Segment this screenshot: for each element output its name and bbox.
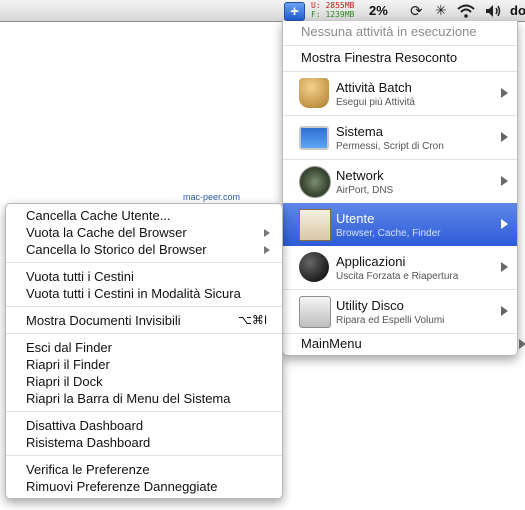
separator (6, 455, 282, 456)
menu-item-subtitle: Browser, Cache, Finder (336, 228, 441, 239)
relaunch-dock-item[interactable]: Riapri il Dock (26, 373, 103, 390)
clear-user-cache-item[interactable]: Cancella Cache Utente... (26, 207, 171, 224)
menu-item-network[interactable]: Network AirPort, DNS (283, 160, 517, 203)
submenu-arrow-icon (501, 88, 508, 98)
menu-item-title: Utente (336, 211, 375, 226)
bomb-icon (299, 252, 329, 282)
menu-item-subtitle: Uscita Forzata e Riapertura (336, 271, 459, 282)
submenu-arrow-icon (501, 306, 508, 316)
menu-item-title: Sistema (336, 124, 383, 139)
status-no-activity: Nessuna attività in esecuzione (301, 24, 477, 39)
reset-dashboard-item[interactable]: Risistema Dashboard (26, 434, 150, 451)
monitor-icon (299, 126, 329, 150)
show-report-item[interactable]: Mostra Finestra Resoconto (283, 47, 525, 69)
separator (6, 411, 282, 412)
menu-item-subtitle: Permessi, Script di Cron (336, 141, 444, 152)
menu-bar: + U: 2855MB F: 1239MB 2% ⟳ ✳ do (0, 0, 525, 22)
house-icon (299, 209, 331, 241)
wifi-icon[interactable] (457, 0, 475, 21)
menu-item-subtitle: Ripara ed Espelli Volumi (336, 315, 445, 326)
menu-item-mainmenu[interactable]: MainMenu (283, 333, 525, 355)
submenu-arrow-icon (264, 246, 270, 254)
remove-corrupt-preferences-item[interactable]: Rimuovi Preferenze Danneggiate (26, 478, 218, 495)
submenu-arrow-icon (501, 219, 508, 229)
show-invisible-files-item[interactable]: Mostra Documenti Invisibili (26, 312, 181, 329)
menu-item-subtitle: AirPort, DNS (336, 185, 394, 196)
submenu-arrow-icon (501, 262, 508, 272)
separator (6, 262, 282, 263)
app-menu-icon[interactable]: + (284, 2, 305, 21)
submenu-arrow-icon (501, 176, 508, 186)
clear-browser-history-item[interactable]: Cancella lo Storico del Browser (26, 241, 207, 258)
secure-empty-trash-item[interactable]: Vuota tutti i Cestini in Modalità Sicura (26, 285, 241, 302)
separator (6, 306, 282, 307)
cpu-usage[interactable]: 2% (369, 0, 388, 21)
memory-used: U: 2855MB (311, 1, 355, 10)
menu-item-utility-disco[interactable]: Utility Disco Ripara ed Espelli Volumi (283, 290, 517, 333)
verify-preferences-item[interactable]: Verifica le Preferenze (26, 461, 150, 478)
menu-item-title: Network (336, 168, 384, 183)
broom-icon (299, 78, 329, 108)
memory-free: F: 1239MB (311, 10, 355, 19)
menu-item-title: Applicazioni (336, 254, 406, 269)
utente-submenu: Cancella Cache Utente... Vuota la Cache … (5, 203, 283, 499)
relaunch-finder-item[interactable]: Riapri il Finder (26, 356, 110, 373)
submenu-arrow-icon (264, 229, 270, 237)
menu-item-title: MainMenu (301, 336, 362, 351)
menu-item-applicazioni[interactable]: Applicazioni Uscita Forzata e Riapertura (283, 246, 517, 289)
empty-trash-item[interactable]: Vuota tutti i Cestini (26, 268, 134, 285)
sync-icon[interactable]: ⟳ (410, 0, 423, 21)
menu-item-utente[interactable]: Utente Browser, Cache, Finder (283, 203, 517, 246)
watermark-text: mac-peer.com (183, 192, 241, 202)
disk-icon (299, 296, 331, 328)
submenu-arrow-icon (519, 339, 525, 349)
relaunch-menubar-item[interactable]: Riapri la Barra di Menu del Sistema (26, 390, 230, 407)
separator (6, 333, 282, 334)
menu-item-title: Attività Batch (336, 80, 412, 95)
keyboard-shortcut: ⌥⌘I (238, 313, 268, 327)
menu-item-batch[interactable]: Attività Batch Esegui più Attività (283, 72, 517, 115)
separator (283, 45, 517, 46)
bluetooth-icon[interactable]: ✳ (435, 0, 447, 21)
menu-item-sistema[interactable]: Sistema Permessi, Script di Cron (283, 116, 517, 159)
quit-finder-item[interactable]: Esci dal Finder (26, 339, 112, 356)
submenu-arrow-icon (501, 132, 508, 142)
menu-item-subtitle: Esegui più Attività (336, 97, 415, 108)
app-dropdown-menu: Nessuna attività in esecuzione Mostra Fi… (282, 21, 525, 356)
disable-dashboard-item[interactable]: Disattiva Dashboard (26, 417, 143, 434)
memory-readout[interactable]: U: 2855MB F: 1239MB (311, 1, 354, 22)
clock-partial[interactable]: do (510, 0, 525, 21)
menu-item-title: Utility Disco (336, 298, 404, 313)
volume-icon[interactable] (485, 0, 503, 21)
radar-icon (299, 166, 331, 198)
empty-browser-cache-item[interactable]: Vuota la Cache del Browser (26, 224, 187, 241)
